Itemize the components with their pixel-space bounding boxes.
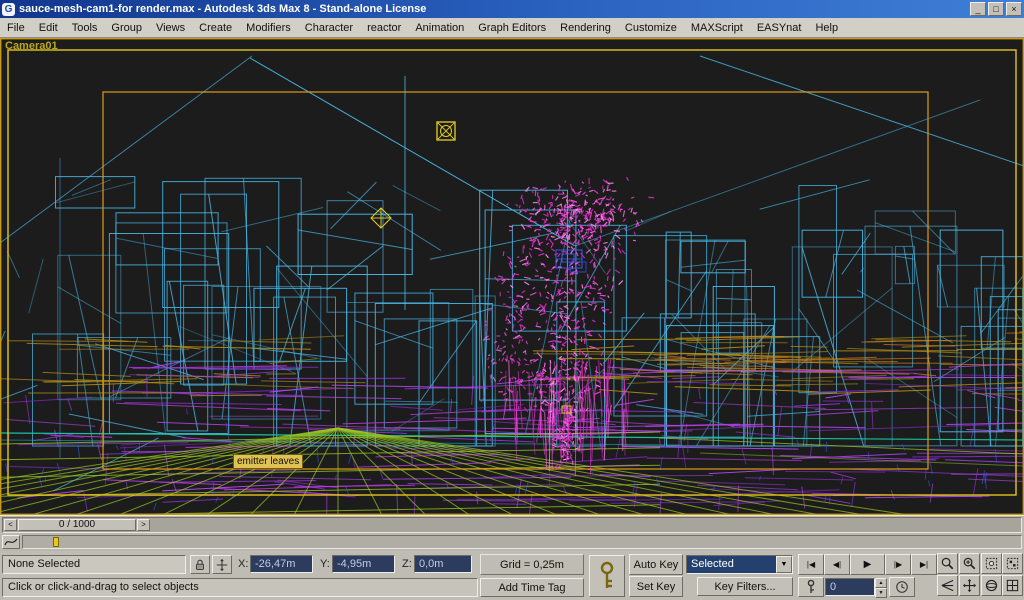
- track-bar[interactable]: [22, 535, 1022, 549]
- track-bar-row: [0, 533, 1024, 551]
- object-name-tag: emitter leaves: [233, 454, 304, 469]
- menu-bar: File Edit Tools Group Views Create Modif…: [0, 18, 1024, 38]
- dropdown-arrow-icon: ▼: [776, 556, 792, 573]
- extents-all-icon: [1006, 557, 1019, 570]
- extents-icon: [985, 557, 998, 570]
- menu-character[interactable]: Character: [298, 19, 360, 37]
- time-slider-thumb[interactable]: 0 / 1000: [18, 519, 136, 531]
- menu-maxscript[interactable]: MAXScript: [684, 19, 750, 37]
- time-configuration-button[interactable]: [889, 577, 915, 597]
- menu-create[interactable]: Create: [192, 19, 239, 37]
- current-frame-field[interactable]: 0: [825, 578, 875, 596]
- grid-size-display: Grid = 0,25m: [480, 554, 584, 575]
- arc-rotate-button[interactable]: [981, 575, 1002, 596]
- padlock-icon: [196, 559, 204, 570]
- window-title: sauce-mesh-cam1-for render.max - Autodes…: [19, 3, 427, 15]
- menu-tools[interactable]: Tools: [65, 19, 105, 37]
- spinner-up-icon[interactable]: ▲: [875, 578, 887, 588]
- menu-customize[interactable]: Customize: [618, 19, 684, 37]
- 3ds-max-window: G sauce-mesh-cam1-for render.max - Autod…: [0, 0, 1024, 600]
- menu-modifiers[interactable]: Modifiers: [239, 19, 298, 37]
- key-filters-button[interactable]: Key Filters...: [697, 577, 793, 596]
- menu-rendering[interactable]: Rendering: [553, 19, 618, 37]
- z-coordinate-field[interactable]: 0,0m: [414, 555, 472, 573]
- viewport-label[interactable]: Camera01: [5, 40, 58, 52]
- clock-icon: [896, 581, 908, 593]
- zoom-button[interactable]: [937, 553, 958, 574]
- window-controls: _ □ ×: [970, 2, 1024, 16]
- min-max-toggle-button[interactable]: [1002, 575, 1023, 596]
- absolute-mode-button[interactable]: [212, 555, 232, 574]
- time-slider-prev-arrow[interactable]: <: [4, 519, 17, 531]
- go-to-start-button[interactable]: |◀: [798, 554, 824, 575]
- menu-help[interactable]: Help: [808, 19, 845, 37]
- menu-reactor[interactable]: reactor: [360, 19, 408, 37]
- key-mode-toggle-button[interactable]: [798, 577, 824, 597]
- key-icon: [600, 561, 614, 588]
- z-label: Z:: [402, 558, 412, 570]
- menu-easynat[interactable]: EASYnat: [750, 19, 809, 37]
- selection-lock-button[interactable]: [190, 555, 210, 574]
- time-slider-track[interactable]: < 0 / 1000 >: [2, 517, 1022, 533]
- zoom-extents-button[interactable]: [981, 553, 1002, 574]
- menu-group[interactable]: Group: [104, 19, 149, 37]
- fov-icon: [941, 579, 954, 592]
- zoom-extents-all-button[interactable]: [1002, 553, 1023, 574]
- zoom-all-button[interactable]: [959, 553, 980, 574]
- magnifier-icon: [941, 557, 954, 570]
- menu-views[interactable]: Views: [149, 19, 192, 37]
- previous-frame-button[interactable]: ◀|: [824, 554, 850, 575]
- menu-graph-editors[interactable]: Graph Editors: [471, 19, 553, 37]
- close-button[interactable]: ×: [1006, 2, 1022, 16]
- x-coordinate-field[interactable]: -26,47m: [250, 555, 313, 573]
- set-keys-button[interactable]: [589, 555, 625, 597]
- frame-spinner[interactable]: ▲ ▼: [875, 578, 887, 598]
- viewport-wireframe: [0, 38, 1024, 515]
- maximize-button[interactable]: □: [988, 2, 1004, 16]
- key-mode-dropdown-value: Selected: [691, 558, 734, 570]
- spinner-down-icon[interactable]: ▼: [875, 588, 887, 598]
- selection-status-field: None Selected: [2, 555, 186, 574]
- pan-hand-icon: [962, 578, 977, 593]
- play-button[interactable]: ▶: [850, 554, 885, 575]
- status-prompt: Click or click-and-drag to select object…: [2, 578, 478, 597]
- field-of-view-button[interactable]: [937, 575, 958, 596]
- mini-curve-editor-button[interactable]: [2, 535, 20, 549]
- pan-button[interactable]: [959, 575, 980, 596]
- menu-file[interactable]: File: [0, 19, 32, 37]
- next-frame-button[interactable]: |▶: [885, 554, 911, 575]
- x-label: X:: [238, 558, 249, 570]
- set-key-button[interactable]: Set Key: [629, 576, 683, 597]
- curve-icon: [4, 538, 18, 546]
- y-coordinate-field[interactable]: -4,95m: [332, 555, 395, 573]
- time-slider-row: < 0 / 1000 >: [0, 515, 1024, 533]
- time-slider-next-arrow[interactable]: >: [137, 519, 150, 531]
- auto-key-button[interactable]: Auto Key: [629, 554, 683, 575]
- add-time-tag-button[interactable]: Add Time Tag: [480, 578, 584, 597]
- key-mode-icon: [807, 579, 815, 593]
- minmax-icon: [1006, 579, 1019, 592]
- menu-edit[interactable]: Edit: [32, 19, 65, 37]
- magnifier-all-icon: [963, 557, 976, 570]
- minimize-button[interactable]: _: [970, 2, 986, 16]
- orbit-icon: [985, 579, 998, 592]
- go-to-end-button[interactable]: ▶|: [911, 554, 937, 575]
- title-bar: G sauce-mesh-cam1-for render.max - Autod…: [0, 0, 1024, 18]
- transform-type-in-icon: [216, 558, 228, 571]
- current-time-marker[interactable]: [53, 537, 59, 547]
- menu-animation[interactable]: Animation: [408, 19, 471, 37]
- key-mode-dropdown[interactable]: Selected ▼: [686, 555, 793, 574]
- y-label: Y:: [320, 558, 330, 570]
- app-icon: G: [2, 2, 15, 16]
- camera-viewport[interactable]: Camera01 emitter leaves: [0, 38, 1024, 515]
